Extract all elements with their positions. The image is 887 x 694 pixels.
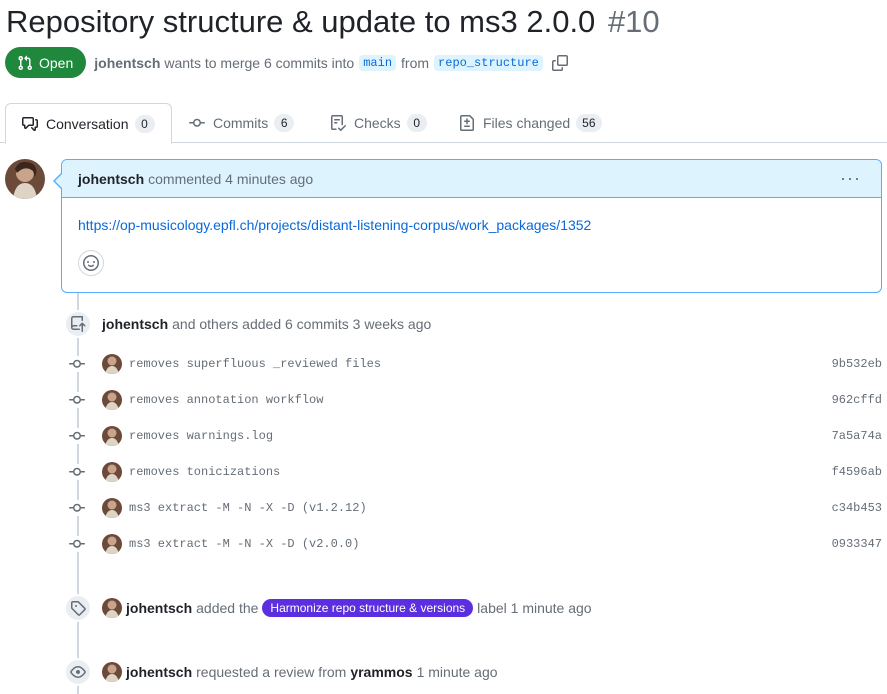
tab-checks-label: Checks (354, 115, 401, 131)
checklist-icon (331, 115, 346, 131)
kebab-horizontal-icon[interactable]: ··· (840, 169, 861, 187)
tab-conversation[interactable]: Conversation 0 (5, 103, 172, 144)
commit-row: removes tonicizations f4596ab (69, 460, 882, 484)
commit-sha[interactable]: 9b532eb (832, 357, 882, 371)
review-event-author[interactable]: johentsch (126, 664, 192, 680)
state-label: Open (39, 54, 74, 71)
commit-sha[interactable]: 962cffd (832, 393, 882, 407)
add-reaction-button[interactable] (78, 250, 104, 276)
file-diff-icon (460, 115, 474, 131)
pr-number: #10 (607, 4, 660, 39)
git-commit-icon (69, 500, 85, 516)
pr-tabs: Conversation 0 Commits 6 Checks 0 Files … (0, 103, 887, 144)
comment-arrow-fill (55, 174, 62, 188)
merge-text: wants to merge 6 commits into (164, 54, 355, 71)
git-commit-icon (69, 428, 85, 444)
avatar[interactable] (102, 498, 122, 518)
git-commit-icon (69, 536, 85, 552)
git-commit-icon (69, 464, 85, 480)
commits-event: johentsch and others added 6 commits 3 w… (102, 314, 431, 334)
comment-body: https://op-musicology.epfl.ch/projects/d… (62, 198, 881, 276)
comment-action[interactable]: commented 4 minutes ago (148, 171, 313, 187)
git-commit-icon (189, 118, 205, 127)
commit-row: removes annotation workflow 962cffd (69, 388, 882, 412)
commit-message[interactable]: removes warnings.log (129, 429, 273, 443)
eye-icon (64, 658, 92, 686)
review-event: johentsch requested a review from yrammo… (102, 662, 498, 682)
repo-push-icon (64, 310, 92, 338)
tab-files-changed-count: 56 (576, 114, 602, 132)
base-branch[interactable]: main (359, 54, 397, 71)
commit-message[interactable]: ms3 extract -M -N -X -D (v2.0.0) (129, 537, 359, 551)
pr-title-text: Repository structure & update to ms3 2.0… (6, 4, 596, 39)
tab-files-changed-label: Files changed (483, 115, 571, 131)
tab-commits-label: Commits (213, 115, 269, 131)
avatar[interactable] (102, 534, 122, 554)
tab-conversation-label: Conversation (46, 115, 129, 132)
comment-author[interactable]: johentsch (78, 171, 144, 187)
tab-commits[interactable]: Commits 6 (189, 103, 295, 143)
comment-box: johentsch commented 4 minutes ago ··· ht… (61, 159, 882, 293)
copy-icon[interactable] (551, 54, 568, 71)
tag-icon (64, 594, 92, 622)
git-pull-request-icon (18, 55, 33, 70)
avatar[interactable] (102, 462, 122, 482)
commits-event-author[interactable]: johentsch (102, 316, 168, 332)
avatar[interactable] (102, 598, 122, 618)
comment-header: johentsch commented 4 minutes ago ··· (62, 160, 881, 198)
state-badge: Open (5, 47, 87, 78)
avatar[interactable] (102, 354, 122, 374)
review-event-time: 1 minute ago (416, 664, 498, 680)
commit-message[interactable]: removes superfluous _reviewed files (129, 357, 381, 371)
commit-row: ms3 extract -M -N -X -D (v2.0.0) 0933347 (69, 532, 882, 556)
commit-message[interactable]: removes annotation workflow (129, 393, 323, 407)
tab-conversation-count: 0 (134, 114, 155, 133)
merge-meta: johentsch wants to merge 6 commits into … (94, 54, 568, 71)
from-text: from (401, 54, 430, 71)
commit-sha[interactable]: 0933347 (832, 537, 882, 551)
commit-sha[interactable]: 7a5a74a (832, 429, 882, 443)
label-event-suffix: label 1 minute ago (477, 600, 592, 616)
smiley-icon (83, 255, 99, 271)
label-event-prefix: added the (196, 600, 259, 616)
commit-row: removes warnings.log 7a5a74a (69, 424, 882, 448)
commit-row: removes superfluous _reviewed files 9b532… (69, 352, 882, 376)
commit-sha[interactable]: c34b453 (832, 501, 882, 515)
pr-title: Repository structure & update to ms3 2.0… (6, 2, 660, 42)
comment-link[interactable]: https://op-musicology.epfl.ch/projects/d… (78, 217, 591, 233)
reviewer-name[interactable]: yrammos (350, 664, 412, 680)
commit-row: ms3 extract -M -N -X -D (v1.2.12) c34b453 (69, 496, 882, 520)
avatar[interactable] (102, 426, 122, 446)
label-event: johentsch added the Harmonize repo struc… (102, 598, 592, 618)
tab-checks-count: 0 (406, 114, 427, 132)
commit-message[interactable]: removes tonicizations (129, 465, 280, 479)
commits-event-text: and others added 6 commits 3 weeks ago (172, 316, 432, 332)
avatar[interactable] (102, 662, 122, 682)
commit-message[interactable]: ms3 extract -M -N -X -D (v1.2.12) (129, 501, 367, 515)
review-event-text: requested a review from (196, 664, 347, 680)
head-branch[interactable]: repo_structure (434, 54, 543, 71)
commit-sha[interactable]: f4596ab (832, 465, 882, 479)
label-chip[interactable]: Harmonize repo structure & versions (262, 599, 474, 617)
pr-subhead: Open johentsch wants to merge 6 commits … (5, 47, 568, 78)
author-link[interactable]: johentsch (94, 55, 160, 71)
tab-checks[interactable]: Checks 0 (330, 103, 427, 143)
tab-commits-count: 6 (274, 114, 295, 132)
avatar[interactable] (5, 159, 45, 199)
git-commit-icon (69, 392, 85, 408)
tab-files-changed[interactable]: Files changed 56 (459, 103, 602, 143)
label-event-author[interactable]: johentsch (126, 600, 192, 616)
comment-discussion-icon (22, 116, 38, 131)
avatar[interactable] (102, 390, 122, 410)
git-commit-icon (69, 356, 85, 372)
